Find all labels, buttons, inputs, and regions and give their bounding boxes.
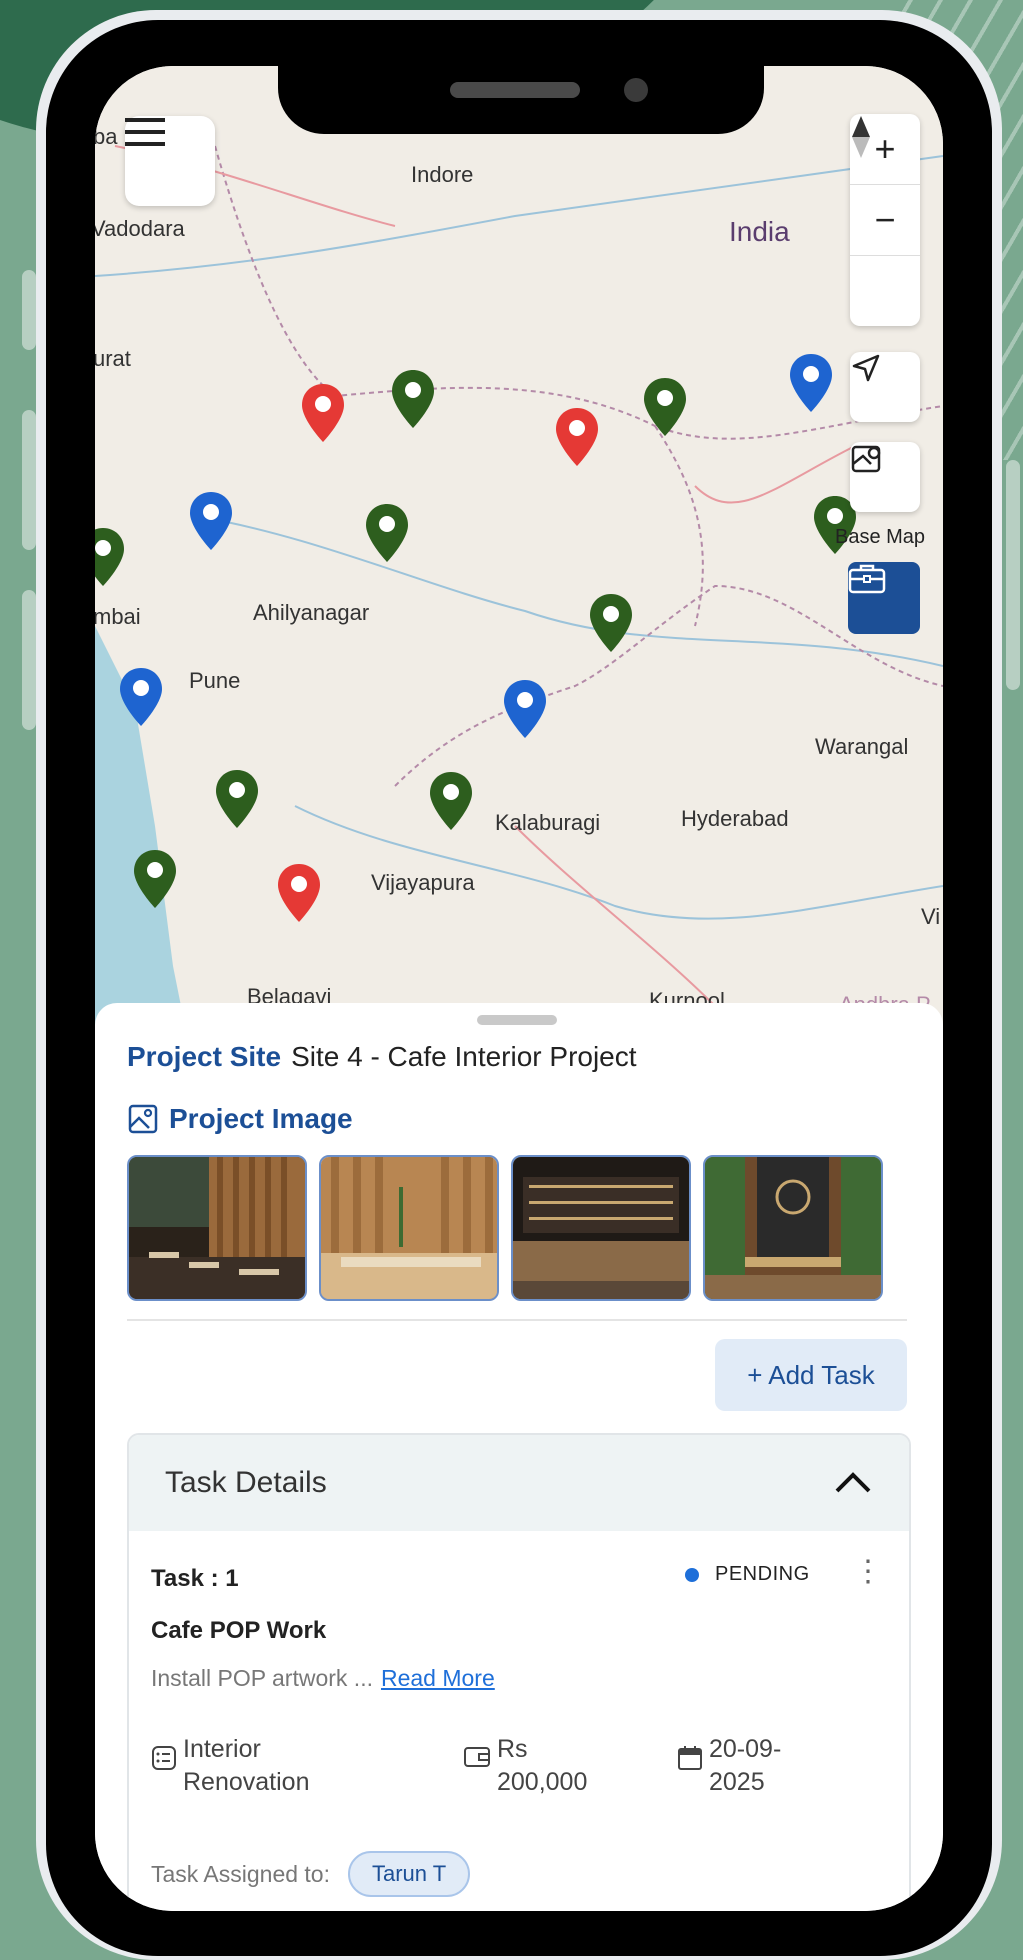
zoom-out-button[interactable]: − [850, 185, 920, 256]
project-image-gallery [127, 1155, 883, 1301]
image-icon [128, 1104, 158, 1134]
project-site-name: Site 4 - Cafe Interior Project [291, 1041, 637, 1072]
map-city-label: Kalaburagi [495, 810, 601, 835]
chevron-up-icon[interactable] [833, 1471, 873, 1495]
blue-location-pin-icon[interactable] [187, 490, 235, 552]
blue-location-pin-icon[interactable] [501, 678, 549, 740]
map-city-label: mbai [95, 604, 141, 629]
task-amount: Rs 200,000 [463, 1733, 587, 1798]
section-divider [127, 1319, 907, 1321]
map-city-label: ba [95, 124, 118, 149]
navigation-arrow-icon [852, 354, 880, 382]
status-badge: PENDING [685, 1563, 810, 1586]
compass-button[interactable] [850, 116, 920, 326]
map-city-label: Vijayapura [371, 870, 475, 895]
category-icon [152, 1746, 176, 1770]
green-location-pin-icon[interactable] [641, 376, 689, 438]
green-location-pin-icon[interactable] [587, 592, 635, 654]
task-details-card: Task Details Task : 1 PENDING ⋮ Cafe POP… [127, 1433, 911, 1911]
status-text: PENDING [715, 1563, 810, 1585]
map-view[interactable]: Indore Vadodara India urat mbai Ahilyana… [95, 66, 943, 1026]
task-amount-line: 200,000 [497, 1767, 588, 1796]
task-date-line: 2025 [709, 1767, 765, 1796]
compass-icon [852, 116, 870, 158]
map-city-label: Pune [189, 668, 241, 693]
briefcase-icon [848, 564, 886, 594]
map-city-label: urat [95, 346, 131, 371]
menu-button[interactable] [125, 116, 215, 206]
map-city-label: Hyderabad [681, 806, 789, 831]
task-number: Task : 1 [151, 1565, 239, 1592]
task-description: Install POP artwork ... Read More [151, 1665, 495, 1692]
project-thumbnail[interactable] [127, 1155, 307, 1301]
add-task-button[interactable]: + Add Task [715, 1339, 907, 1411]
task-date-line: 20-09- [709, 1735, 782, 1763]
side-decoration [22, 590, 36, 730]
base-map-button[interactable] [850, 442, 920, 512]
project-image-heading: Project Image [127, 1103, 353, 1135]
project-site-row: Project Site Site 4 - Cafe Interior Proje… [127, 1041, 637, 1073]
front-camera [624, 78, 648, 102]
project-site-label: Project Site [127, 1041, 282, 1072]
red-location-pin-icon[interactable] [299, 382, 347, 444]
phone-screen: Indore Vadodara India urat mbai Ahilyana… [95, 66, 943, 1911]
map-country-label: India [729, 216, 790, 247]
locate-me-button[interactable] [850, 352, 920, 422]
green-location-pin-icon[interactable] [131, 848, 179, 910]
task-category: Interior Renovation [151, 1733, 309, 1798]
project-thumbnail[interactable] [319, 1155, 499, 1301]
side-decoration [22, 270, 36, 350]
assignee-chip[interactable]: Tarun T [348, 1851, 471, 1897]
task-title: Cafe POP Work [151, 1617, 327, 1644]
blue-location-pin-icon[interactable] [787, 352, 835, 414]
side-decoration [22, 410, 36, 550]
red-location-pin-icon[interactable] [275, 862, 323, 924]
green-location-pin-icon[interactable] [363, 502, 411, 564]
red-location-pin-icon[interactable] [553, 406, 601, 468]
map-zoom-controls: + − [850, 114, 920, 326]
more-options-icon[interactable]: ⋮ [853, 1557, 883, 1587]
green-location-pin-icon[interactable] [95, 526, 127, 588]
side-decoration [1006, 460, 1020, 690]
map-city-label: Vadodara [95, 216, 185, 241]
task-amount-line: Rs [497, 1735, 528, 1763]
project-image-label: Project Image [169, 1103, 353, 1134]
calendar-icon [678, 1746, 702, 1770]
task-details-header[interactable]: Task Details [129, 1435, 909, 1531]
task-assignment: Task Assigned to: Tarun T [151, 1851, 471, 1897]
hamburger-menu-icon [125, 118, 165, 146]
task-category-line: Renovation [183, 1767, 310, 1796]
map-city-label: Ahilyanagar [253, 600, 370, 625]
speaker-grille [450, 82, 580, 98]
read-more-link[interactable]: Read More [381, 1665, 495, 1691]
map-city-label: Warangal [815, 734, 909, 759]
wallet-icon [464, 1747, 490, 1767]
map-city-label: Vi [921, 904, 941, 929]
blue-location-pin-icon[interactable] [117, 666, 165, 728]
task-due-date: 20-09- 2025 [677, 1733, 781, 1798]
green-location-pin-icon[interactable] [213, 768, 261, 830]
map-layers-icon [851, 445, 881, 473]
assigned-label: Task Assigned to: [151, 1860, 330, 1887]
task-category-line: Interior [183, 1735, 261, 1763]
projects-briefcase-button[interactable] [848, 562, 920, 634]
task-details-title: Task Details [165, 1466, 327, 1499]
task-description-text: Install POP artwork ... [151, 1665, 373, 1691]
map-city-label: Indore [411, 162, 474, 187]
green-location-pin-icon[interactable] [427, 770, 475, 832]
sheet-drag-handle[interactable] [477, 1015, 557, 1025]
phone-notch [278, 66, 764, 134]
green-location-pin-icon[interactable] [389, 368, 437, 430]
base-map-label: Base Map [835, 526, 926, 548]
status-dot-icon [685, 1567, 699, 1582]
project-bottom-sheet: Project Site Site 4 - Cafe Interior Proje… [95, 1003, 943, 1911]
project-thumbnail[interactable] [703, 1155, 883, 1301]
project-thumbnail[interactable] [511, 1155, 691, 1301]
